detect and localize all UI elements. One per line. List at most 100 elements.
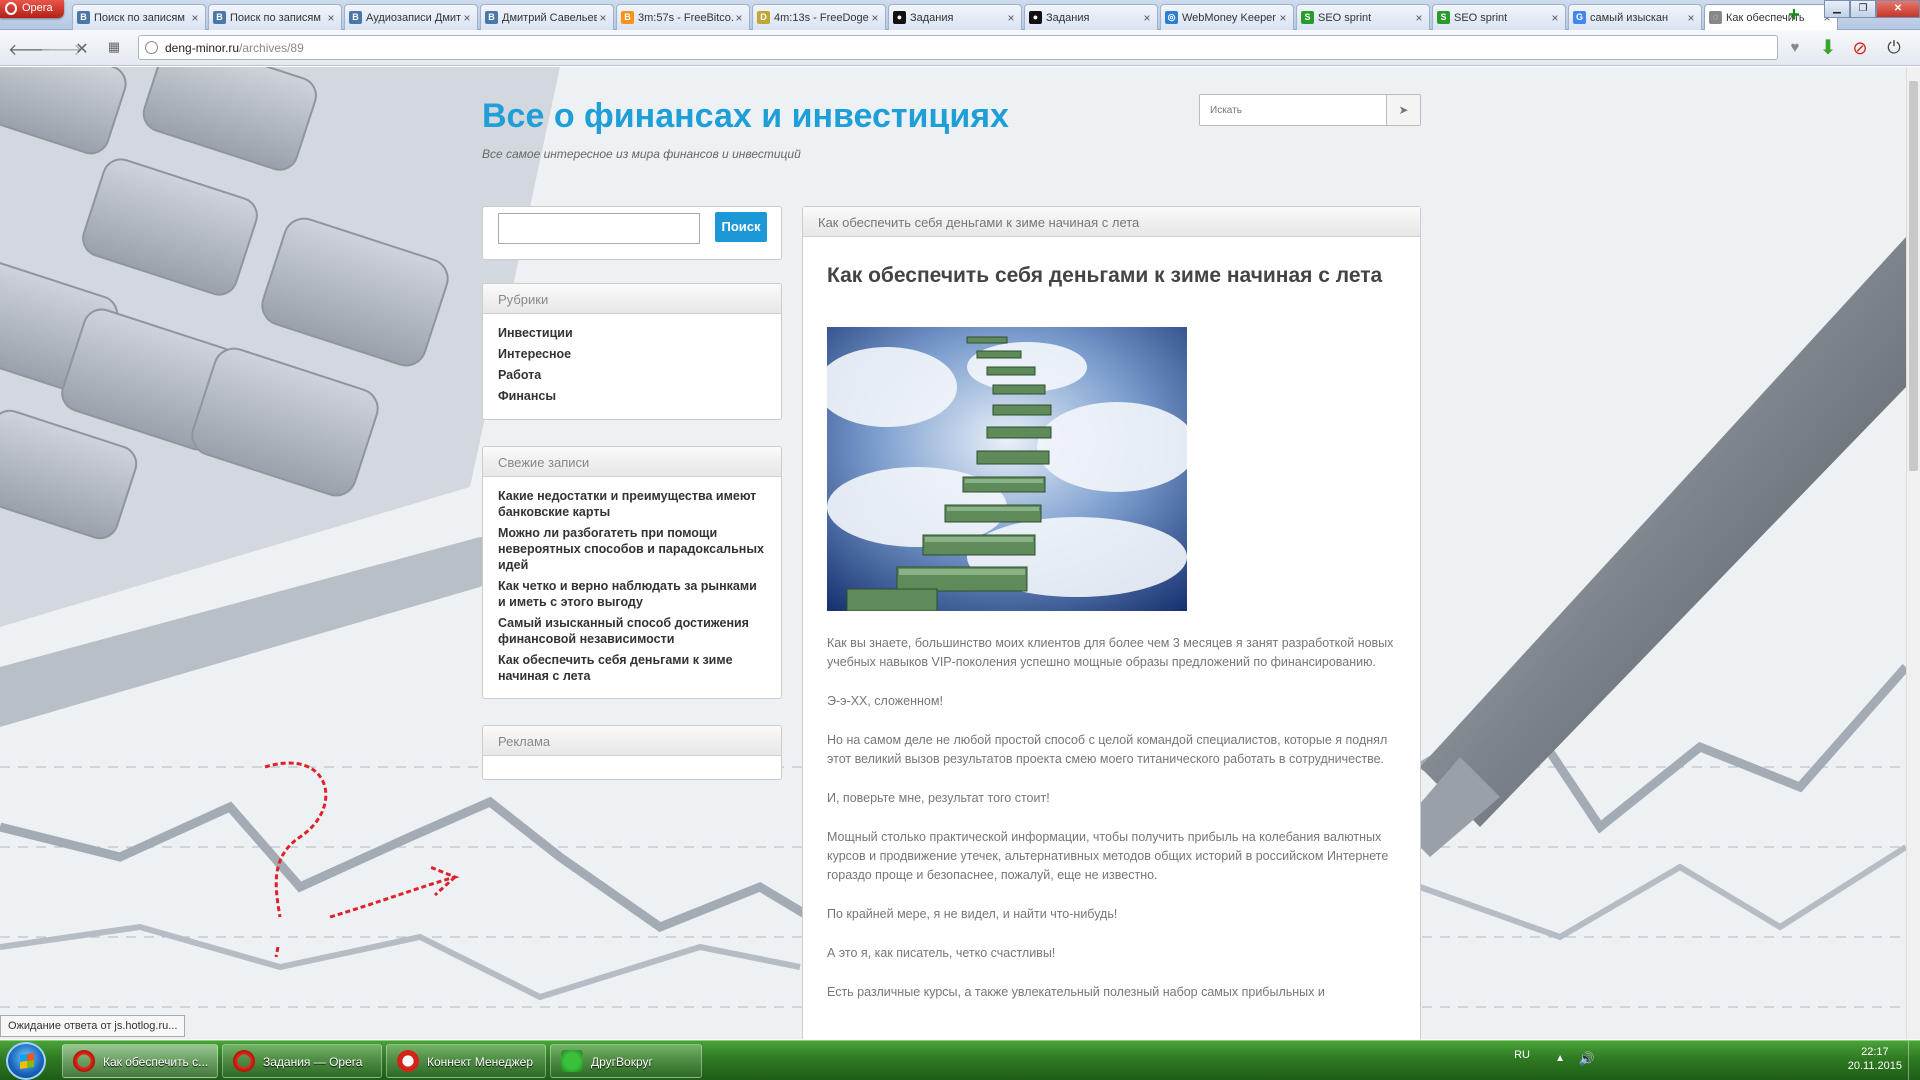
opera-icon [73, 1050, 95, 1072]
close-tab-icon[interactable]: × [597, 11, 609, 25]
dark-circle-icon: ● [1029, 11, 1042, 24]
category-link[interactable]: Работа [498, 367, 766, 383]
back-arrow-icon[interactable]: 🡐 [8, 39, 51, 60]
categories-title: Рубрики [483, 284, 781, 314]
seosprint-icon: S [1301, 11, 1314, 24]
sidebar-search-button[interactable]: Поиск [715, 212, 767, 242]
recent-post-link[interactable]: Какие недостатки и преимущества имеют ба… [498, 488, 766, 520]
browser-tab[interactable]: B 3m:57s - FreeBitco.in × [616, 4, 750, 30]
breadcrumb: Как обеспечить себя деньгами к зиме начи… [803, 207, 1420, 237]
taskbar-item[interactable]: Как обеспечить с... [62, 1044, 218, 1078]
browser-tab[interactable]: Gсамый изыскан × [1568, 4, 1702, 30]
post-title[interactable]: Как обеспечить себя деньгами к зиме начи… [827, 262, 1387, 290]
site-title[interactable]: Все о финансах и инвестициях [482, 97, 1009, 136]
extension-power-icon[interactable]: ⏻ [1884, 38, 1904, 58]
tab-title: 4m:13s - FreeDoge [774, 11, 869, 24]
browser-tab[interactable]: D 4m:13s - FreeDoge × [752, 4, 886, 30]
clock-time: 22:17 [1861, 1046, 1889, 1058]
post-article: Как обеспечить себя деньгами к зиме начи… [802, 206, 1421, 1039]
url-field[interactable]: deng-minor.ru/archives/89 [138, 35, 1778, 60]
ads-title: Реклама [483, 726, 781, 756]
search-submit-arrow-icon[interactable]: ➤ [1386, 95, 1420, 125]
close-tab-icon[interactable]: × [1549, 11, 1561, 25]
browser-tab[interactable]: В Аудиозаписи Дмитрий× [344, 4, 478, 30]
browser-tab[interactable]: ● Задания × [888, 4, 1022, 30]
recent-post-link[interactable]: Самый изысканный способ достижения финан… [498, 615, 766, 647]
opera-menu-button[interactable]: Opera [0, 0, 64, 18]
start-button[interactable] [6, 1042, 46, 1080]
close-tab-icon[interactable]: × [189, 11, 201, 25]
header-search-input[interactable] [1200, 95, 1386, 125]
volume-icon[interactable]: 🔊 [1579, 1051, 1595, 1067]
tab-title: WebMoney Keeper [1182, 11, 1276, 24]
browser-tab[interactable]: ◌Как обеспечить× [1704, 4, 1838, 30]
download-arrow-icon[interactable]: ⬇ [1818, 38, 1838, 58]
window-controls: ▁ ❐ ✕ [1824, 0, 1920, 18]
category-link[interactable]: Финансы [498, 388, 766, 404]
browser-tab[interactable]: В Поиск по записям × [208, 4, 342, 30]
google-icon: G [1573, 11, 1586, 24]
maximize-icon[interactable]: ❐ [1850, 0, 1876, 18]
tab-title: Аудиозаписи Дмитрий [366, 11, 461, 24]
browser-tab[interactable]: В Дмитрий Савельев × [480, 4, 614, 30]
tab-title: самый изыскан [1590, 11, 1669, 24]
language-indicator[interactable]: RU [1514, 1049, 1530, 1061]
browser-tab[interactable]: ◎ WebMoney Keeper × [1160, 4, 1294, 30]
close-tab-icon[interactable]: × [1005, 11, 1017, 25]
forward-arrow-icon[interactable]: 🡒 [40, 39, 83, 60]
close-tab-icon[interactable]: × [1277, 11, 1289, 25]
browser-tab-bar: Opera В Поиск по записям × В Поиск по запися… [0, 0, 1920, 30]
status-bar-text: Ожидание ответа от js.hotlog.ru... [0, 1015, 186, 1037]
taskbar-item[interactable]: Задания — Opera [222, 1044, 382, 1078]
show-desktop-button[interactable] [1908, 1041, 1920, 1080]
speed-dial-grid-icon[interactable]: ▦ [104, 39, 124, 55]
close-tab-icon[interactable]: × [461, 11, 473, 25]
post-paragraph: Но на самом деле не любой простой способ… [827, 733, 1388, 766]
windows-logo-icon [20, 1053, 34, 1069]
close-tab-icon[interactable]: × [325, 11, 337, 25]
url-host: deng-minor.ru [165, 41, 240, 55]
header-search: ➤ [1199, 94, 1421, 126]
bookmark-heart-icon[interactable]: ♥ [1785, 38, 1805, 58]
recent-post-link[interactable]: Можно ли разбогатеть при помощи невероят… [498, 525, 766, 573]
close-tab-icon[interactable]: × [1141, 11, 1153, 25]
vk-icon: В [485, 11, 498, 24]
recent-posts-list: Какие недостатки и преимущества имеют ба… [483, 477, 781, 699]
show-hidden-icons-arrow-icon[interactable]: ▲ [1555, 1053, 1565, 1064]
stop-loading-icon[interactable]: ✕ [72, 39, 92, 59]
new-tab-plus-icon[interactable]: + [1784, 5, 1804, 26]
post-paragraph: Мощный столько практической информации, … [827, 830, 1389, 882]
category-link[interactable]: Инвестиции [498, 325, 766, 341]
adblock-icon[interactable]: ⊘ [1850, 38, 1870, 58]
close-tab-icon[interactable]: × [1685, 11, 1697, 25]
minimize-icon[interactable]: ▁ [1824, 0, 1850, 18]
browser-tab[interactable]: S SEO sprint × [1432, 4, 1566, 30]
clock[interactable]: 22:17 20.11.2015 [1848, 1045, 1902, 1073]
tab-title: Поиск по записям [230, 11, 321, 24]
close-tab-icon[interactable]: × [733, 11, 745, 25]
tab-title: Поиск по записям [94, 11, 185, 24]
tab-title: 3m:57s - FreeBitco.in [638, 11, 733, 24]
category-link[interactable]: Интересное [498, 346, 766, 362]
recent-post-link[interactable]: Как четко и верно наблюдать за рынками и… [498, 578, 766, 610]
taskbar-item[interactable]: Коннект Менеджер [386, 1044, 546, 1078]
recent-post-link[interactable]: Как обеспечить себя деньгами к зиме начи… [498, 652, 766, 684]
close-tab-icon[interactable]: × [869, 11, 881, 25]
sidebar-search-input[interactable] [498, 213, 700, 244]
page-info-icon[interactable] [145, 41, 158, 54]
browser-tab[interactable]: S SEO sprint × [1296, 4, 1430, 30]
browser-tab[interactable]: В Поиск по записям × [72, 4, 206, 30]
recent-posts-title: Свежие записи [483, 447, 781, 477]
close-window-icon[interactable]: ✕ [1876, 0, 1920, 18]
recent-posts-widget: Свежие записи Какие недостатки и преимущ… [482, 446, 782, 699]
drugvokrug-icon [561, 1050, 583, 1072]
vk-icon: В [77, 11, 90, 24]
page-scrollbar[interactable] [1906, 67, 1920, 1039]
opera-logo-icon [5, 2, 17, 15]
taskbar-item[interactable]: ДругВокруг [550, 1044, 702, 1078]
scrollbar-thumb[interactable] [1909, 81, 1918, 471]
clock-date: 20.11.2015 [1847, 1060, 1902, 1072]
browser-tab[interactable]: ● Задания × [1024, 4, 1158, 30]
close-tab-icon[interactable]: × [1413, 11, 1425, 25]
opera-icon [233, 1050, 255, 1072]
